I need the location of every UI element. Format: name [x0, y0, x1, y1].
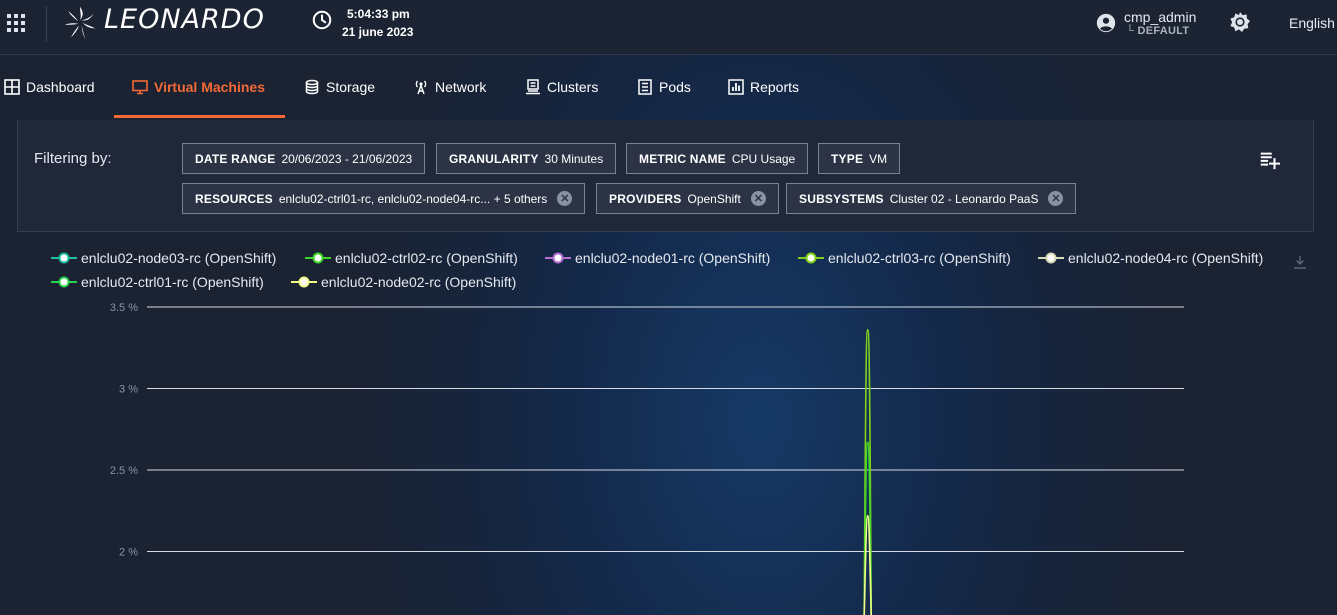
- legend-item[interactable]: enlclu02-node03-rc (OpenShift): [51, 250, 276, 266]
- account-circle-icon[interactable]: [1095, 12, 1117, 34]
- clock-icon: [312, 10, 332, 30]
- tab-label: Network: [435, 79, 487, 95]
- database-icon: [305, 79, 319, 95]
- chip-value: 30 Minutes: [544, 151, 604, 166]
- tab-clusters[interactable]: Clusters: [525, 56, 598, 118]
- legend-marker: [545, 252, 571, 264]
- legend-label: enlclu02-ctrl03-rc (OpenShift): [828, 250, 1011, 266]
- user-domain: └ DEFAULT: [1126, 25, 1190, 37]
- reports-icon: [728, 79, 744, 95]
- tab-virtual-machines[interactable]: Virtual Machines: [132, 56, 265, 118]
- legend-label: enlclu02-node03-rc (OpenShift): [81, 250, 277, 266]
- chip-value: OpenShift: [687, 191, 741, 206]
- tab-label: Dashboard: [26, 79, 95, 95]
- tab-label: Reports: [750, 79, 800, 95]
- download-icon[interactable]: [1292, 254, 1308, 270]
- chip-value: 20/06/2023 - 21/06/2023: [281, 151, 413, 166]
- chip-key: METRIC NAME: [639, 151, 726, 166]
- remove-chip-icon[interactable]: ✕: [750, 191, 766, 206]
- chip-key: TYPE: [831, 151, 864, 166]
- tab-pods[interactable]: Pods: [637, 56, 691, 118]
- pods-icon: [638, 79, 652, 95]
- legend-label: enlclu02-ctrl01-rc (OpenShift): [81, 274, 264, 290]
- legend-label: enlclu02-node04-rc (OpenShift): [1068, 250, 1264, 266]
- user-name[interactable]: cmp_admin: [1124, 9, 1196, 25]
- chip-key: RESOURCES: [195, 191, 273, 206]
- y-tick-label: 3 %: [119, 384, 138, 396]
- legend-item[interactable]: enlclu02-node04-rc (OpenShift): [1038, 250, 1263, 266]
- chip-value: Cluster 02 - Leonardo PaaS: [889, 191, 1039, 206]
- legend-marker: [51, 252, 77, 264]
- chip-key: PROVIDERS: [609, 191, 682, 206]
- cluster-icon: [526, 79, 540, 95]
- legend-marker: [51, 276, 77, 288]
- legend-item[interactable]: enlclu02-ctrl01-rc (OpenShift): [51, 274, 264, 290]
- tab-label: Virtual Machines: [154, 79, 266, 95]
- tab-label: Clusters: [547, 79, 599, 95]
- legend-label: enlclu02-node01-rc (OpenShift): [575, 250, 771, 266]
- top-bar: LEONARDO 5:04:33 pm 21 june 2023 cmp_adm…: [0, 0, 1337, 55]
- filter-chip-granularity[interactable]: GRANULARITY 30 Minutes: [436, 143, 617, 174]
- tab-label: Storage: [326, 79, 376, 95]
- cpu-usage-chart: 3.5 % 3 % 2.5 % 2 %: [110, 302, 1184, 615]
- filter-chip-metric-name[interactable]: METRIC NAME CPU Usage: [626, 143, 809, 174]
- filter-panel: Filtering by: DATE RANGE 20/06/2023 - 21…: [17, 120, 1314, 232]
- legend-label: enlclu02-node02-rc (OpenShift): [321, 274, 517, 290]
- legend-item[interactable]: enlclu02-ctrl03-rc (OpenShift): [798, 250, 1011, 266]
- legend-marker: [1038, 252, 1064, 264]
- apps-grid-icon[interactable]: [7, 14, 25, 32]
- tab-network[interactable]: Network: [413, 56, 486, 118]
- main-nav: Dashboard Virtual Machines Storage Netwo…: [0, 56, 1337, 118]
- leonardo-logo-icon[interactable]: [62, 3, 98, 43]
- filter-label: Filtering by:: [34, 150, 112, 167]
- tab-label: Pods: [659, 79, 691, 95]
- legend-label: enlclu02-ctrl02-rc (OpenShift): [335, 250, 518, 266]
- antenna-icon: [415, 80, 427, 95]
- header-divider: [46, 6, 47, 42]
- current-time: 5:04:33 pm: [347, 7, 410, 21]
- chip-value: VM: [869, 151, 888, 166]
- dashboard-icon: [4, 79, 20, 95]
- filter-chip-subsystems[interactable]: SUBSYSTEMS Cluster 02 - Leonardo PaaS ✕: [786, 183, 1077, 214]
- chip-key: SUBSYSTEMS: [799, 191, 884, 206]
- legend-item[interactable]: enlclu02-ctrl02-rc (OpenShift): [305, 250, 518, 266]
- tab-reports[interactable]: Reports: [728, 56, 799, 118]
- chip-value: CPU Usage: [731, 151, 796, 166]
- y-tick-label: 3.5 %: [110, 302, 138, 314]
- monitor-icon: [132, 80, 148, 95]
- legend-marker: [798, 252, 824, 264]
- tab-storage[interactable]: Storage: [304, 56, 375, 118]
- brand-name: LEONARDO: [104, 4, 265, 35]
- remove-chip-icon[interactable]: ✕: [1048, 191, 1064, 206]
- legend-marker: [291, 276, 317, 288]
- tab-dashboard[interactable]: Dashboard: [4, 56, 95, 118]
- note-add-icon[interactable]: [1258, 149, 1280, 171]
- active-tab-indicator: [114, 115, 285, 118]
- legend-marker: [305, 252, 331, 264]
- chip-key: GRANULARITY: [449, 151, 539, 166]
- y-tick-label: 2.5 %: [110, 465, 138, 477]
- language-selector[interactable]: English: [1289, 15, 1335, 31]
- chip-value: enlclu02-ctrl01-rc, enlclu02-node04-rc..…: [278, 191, 548, 206]
- brightness-icon[interactable]: [1228, 10, 1252, 34]
- legend-item[interactable]: enlclu02-node01-rc (OpenShift): [545, 250, 770, 266]
- chip-key: DATE RANGE: [195, 151, 276, 166]
- remove-chip-icon[interactable]: ✕: [557, 191, 573, 206]
- filter-chip-providers[interactable]: PROVIDERS OpenShift ✕: [596, 183, 779, 214]
- y-tick-label: 2 %: [119, 547, 138, 559]
- filter-chip-resources[interactable]: RESOURCES enlclu02-ctrl01-rc, enlclu02-n…: [182, 183, 586, 214]
- legend-item[interactable]: enlclu02-node02-rc (OpenShift): [291, 274, 516, 290]
- current-date: 21 june 2023: [342, 25, 414, 39]
- filter-chip-date-range[interactable]: DATE RANGE 20/06/2023 - 21/06/2023: [182, 143, 426, 174]
- filter-chip-type[interactable]: TYPE VM: [818, 143, 901, 174]
